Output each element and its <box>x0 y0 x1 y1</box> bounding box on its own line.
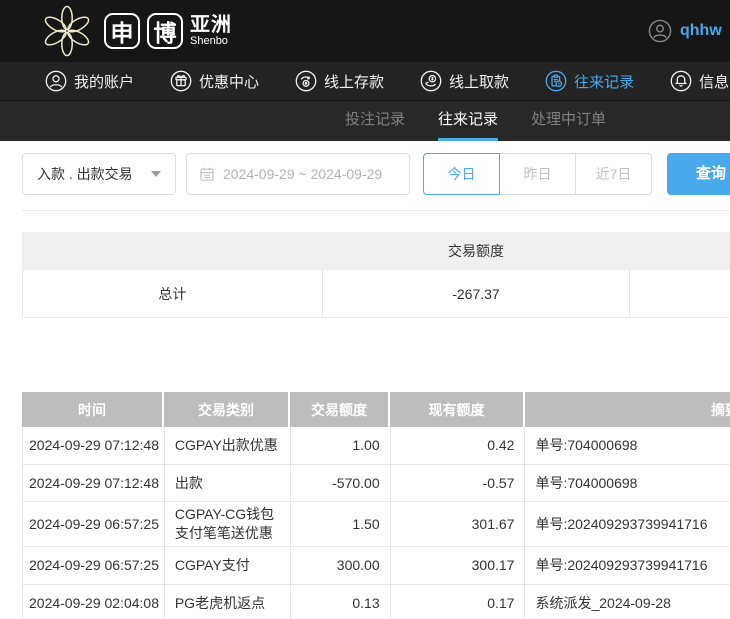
transaction-type-select[interactable]: 入款 . 出款交易 <box>22 153 176 195</box>
top-header: 申 博 亚洲 Shenbo qhhw <box>0 0 730 62</box>
cell-balance: 0.17 <box>391 585 526 619</box>
cell-type: PG老虎机返点 <box>165 585 291 619</box>
main-navbar: 我的账户 优惠中心 线上存款 线上取款 往来记录 信息 <box>0 62 730 100</box>
nav-label: 我的账户 <box>74 73 135 91</box>
cell-balance: -0.57 <box>391 465 526 501</box>
cell-amount: 1.00 <box>291 427 391 464</box>
withdraw-icon <box>420 70 442 92</box>
cell-amount: -570.00 <box>291 465 391 501</box>
nav-withdraw[interactable]: 线上取款 <box>420 70 509 92</box>
quick-date-buttons: 今日 昨日 近7日 <box>423 153 652 195</box>
logo-region: 亚洲 Shenbo <box>190 13 232 48</box>
cell-type: 出款 <box>165 465 291 501</box>
cell-amount: 0.13 <box>291 585 391 619</box>
cell-time: 2024-09-29 02:04:08 <box>23 585 165 619</box>
col-header-note: 摘要 <box>525 392 730 427</box>
nav-label: 往来记录 <box>574 73 635 91</box>
chevron-down-icon <box>151 171 161 177</box>
cell-type: CGPAY支付 <box>165 547 291 584</box>
user-account[interactable]: qhhw <box>648 0 722 62</box>
col-header-type: 交易类别 <box>164 392 290 427</box>
query-button[interactable]: 查询 <box>667 153 730 195</box>
table-row: 2024-09-29 06:57:25 CGPAY-CG钱包支付笔笔送优惠 1.… <box>22 502 730 547</box>
logo-char-bo: 博 <box>147 13 183 49</box>
cell-time: 2024-09-29 07:12:48 <box>23 465 165 501</box>
cell-type: CGPAY出款优惠 <box>165 427 291 464</box>
cell-note: 系统派发_2024-09-28 <box>525 585 730 619</box>
table-row: 2024-09-29 06:57:25 CGPAY支付 300.00 300.1… <box>22 547 730 585</box>
cell-balance: 301.67 <box>391 502 526 546</box>
summary-total-label: 总计 <box>23 270 323 317</box>
nav-label: 线上取款 <box>449 73 510 91</box>
nav-label: 线上存款 <box>324 73 385 91</box>
table-row: 2024-09-29 07:12:48 出款 -570.00 -0.57 单号:… <box>22 465 730 502</box>
gift-icon <box>170 70 192 92</box>
date-range-value: 2024-09-29 ~ 2024-09-29 <box>223 166 383 182</box>
summary-table: 交易额度 总计 -267.37 <box>22 232 730 318</box>
transaction-records-page: 申 博 亚洲 Shenbo qhhw 我的账户 优惠中心 线上存款 线上取款 往… <box>0 0 730 619</box>
summary-total-row: 总计 -267.37 <box>22 270 730 318</box>
deposit-icon <box>295 70 317 92</box>
col-header-amount: 交易额度 <box>290 392 390 427</box>
table-row: 2024-09-29 02:04:08 PG老虎机返点 0.13 0.17 系统… <box>22 585 730 619</box>
nav-my-account[interactable]: 我的账户 <box>45 70 134 92</box>
cell-time: 2024-09-29 06:57:25 <box>23 547 165 584</box>
logo-region-cn: 亚洲 <box>190 13 232 36</box>
last7days-button[interactable]: 近7日 <box>575 153 652 195</box>
today-button[interactable]: 今日 <box>423 153 500 195</box>
subnav-tabs: 投注记录 往来记录 处理中订单 <box>0 100 730 141</box>
cell-amount: 300.00 <box>291 547 391 584</box>
nav-deposit[interactable]: 线上存款 <box>295 70 384 92</box>
table-header-row: 时间 交易类别 交易额度 现有额度 摘要 <box>22 392 730 427</box>
nav-messages[interactable]: 信息 <box>670 70 729 92</box>
cell-note: 单号:202409293739941716 <box>525 547 730 584</box>
cell-time: 2024-09-29 06:57:25 <box>23 502 165 546</box>
cell-note: 单号:704000698 <box>525 427 730 464</box>
bell-icon <box>670 70 692 92</box>
yesterday-button[interactable]: 昨日 <box>499 153 576 195</box>
calendar-icon <box>200 167 214 181</box>
cell-balance: 300.17 <box>391 547 526 584</box>
nav-transaction-records[interactable]: 往来记录 <box>545 70 634 92</box>
summary-header-row: 交易额度 <box>22 232 730 270</box>
site-logo[interactable]: 申 博 亚洲 Shenbo <box>38 5 232 57</box>
transaction-type-value: 入款 . 出款交易 <box>37 166 133 182</box>
person-icon <box>45 70 67 92</box>
nav-label: 优惠中心 <box>199 73 260 91</box>
tab-betting-records[interactable]: 投注记录 <box>345 101 405 141</box>
tab-pending-orders[interactable]: 处理中订单 <box>531 101 606 141</box>
table-row: 2024-09-29 07:12:48 CGPAY出款优惠 1.00 0.42 … <box>22 427 730 465</box>
tab-transaction-records[interactable]: 往来记录 <box>438 101 499 141</box>
section-divider <box>22 210 730 211</box>
cell-note: 单号:704000698 <box>525 465 730 501</box>
date-range-input[interactable]: 2024-09-29 ~ 2024-09-29 <box>186 153 410 195</box>
cell-time: 2024-09-29 07:12:48 <box>23 427 165 464</box>
col-header-balance: 现有额度 <box>390 392 525 427</box>
summary-empty-cell <box>630 270 730 317</box>
cell-note: 单号:202409293739941716 <box>525 502 730 546</box>
nav-label: 信息 <box>699 73 730 91</box>
col-header-time: 时间 <box>22 392 164 427</box>
user-avatar-icon <box>648 19 672 43</box>
flower-logo-icon <box>44 5 90 57</box>
nav-promotions[interactable]: 优惠中心 <box>170 70 259 92</box>
cell-balance: 0.42 <box>391 427 526 464</box>
records-icon <box>545 70 567 92</box>
username[interactable]: qhhw <box>680 22 722 40</box>
summary-total-value: -267.37 <box>323 270 631 317</box>
logo-region-en: Shenbo <box>190 34 228 47</box>
cell-type: CGPAY-CG钱包支付笔笔送优惠 <box>165 502 291 546</box>
logo-char-shen: 申 <box>104 13 140 49</box>
transactions-table: 时间 交易类别 交易额度 现有额度 摘要 2024-09-29 07:12:48… <box>22 392 730 619</box>
summary-header-amount: 交易额度 <box>448 243 504 259</box>
cell-amount: 1.50 <box>291 502 391 546</box>
